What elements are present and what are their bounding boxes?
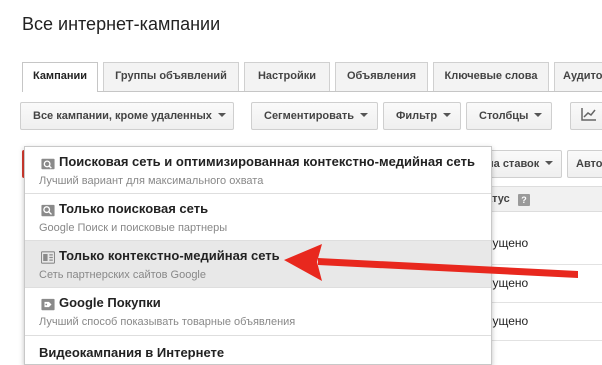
annotation-arrow [284,244,578,281]
